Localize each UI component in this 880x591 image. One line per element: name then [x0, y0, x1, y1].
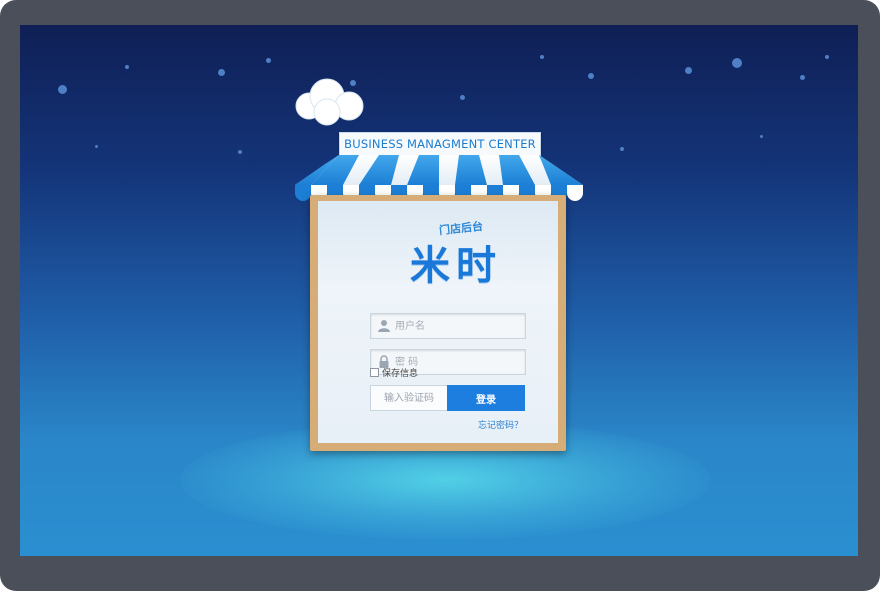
captcha-field[interactable] [370, 385, 448, 411]
star [58, 85, 67, 94]
star [825, 55, 829, 59]
star [732, 58, 742, 68]
remember-checkbox[interactable] [370, 368, 379, 377]
star [238, 150, 242, 154]
star [620, 147, 624, 151]
store-sign: BUSINESS MANAGMENT CENTER [339, 132, 541, 156]
forgot-password-link[interactable]: 忘记密码？ [478, 418, 523, 431]
remember-option[interactable]: 保存信息 [370, 366, 418, 379]
star [460, 95, 465, 100]
logo-name: 米时 [410, 243, 502, 289]
star [540, 55, 544, 59]
login-panel: 门店后台 米时 保存信息 [318, 201, 558, 443]
device-frame: BUSINESS MANAGMENT CENTER 门店后台 米时 用户名 保存… [0, 0, 880, 591]
star [125, 65, 129, 69]
login-board: 门店后台 米时 保存信息 [310, 195, 566, 451]
login-screen: BUSINESS MANAGMENT CENTER 门店后台 米时 用户名 保存… [20, 25, 858, 556]
remember-label: 保存信息 [382, 369, 419, 379]
star [218, 69, 225, 76]
username-field[interactable] [370, 313, 526, 339]
cloud-icon [295, 78, 364, 126]
star [95, 145, 98, 148]
user-icon [378, 320, 390, 332]
star [266, 58, 271, 63]
username-input[interactable] [395, 314, 521, 338]
star [800, 75, 805, 80]
login-button[interactable]: 登录 [447, 385, 525, 411]
star [685, 67, 692, 74]
captcha-input[interactable] [371, 386, 447, 411]
star [588, 73, 594, 79]
star [760, 135, 763, 138]
